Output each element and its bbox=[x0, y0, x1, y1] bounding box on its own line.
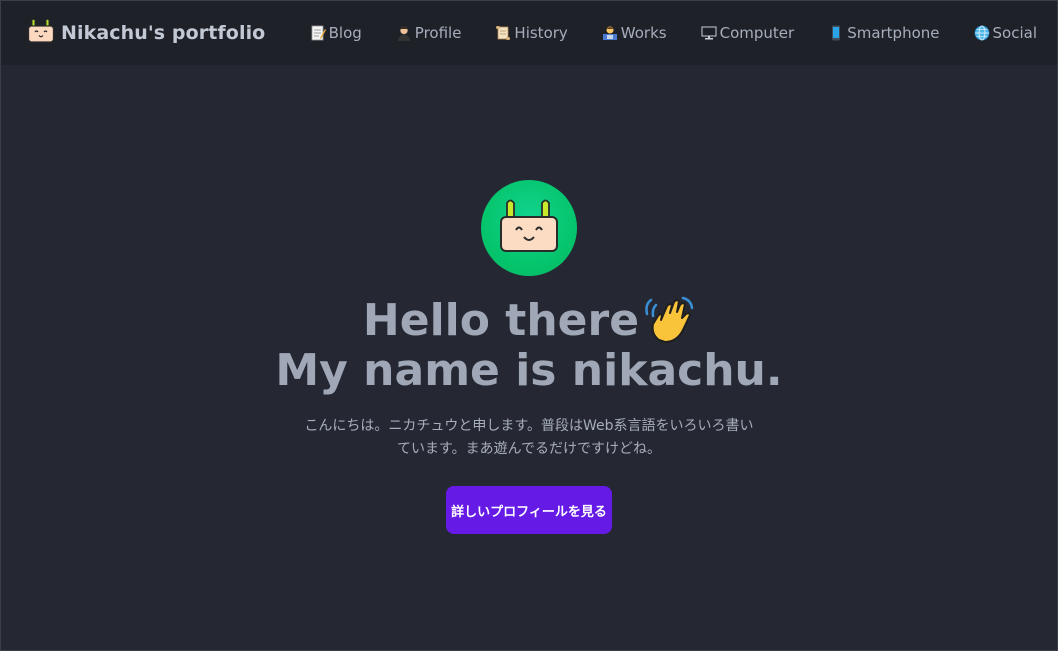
waving-hand-icon bbox=[643, 294, 695, 346]
scroll-icon bbox=[495, 25, 511, 41]
nav-item-label: Works bbox=[620, 24, 667, 42]
nav-item-works[interactable]: Works bbox=[602, 24, 667, 42]
memo-icon bbox=[310, 25, 326, 41]
nav-item-label: Computer bbox=[719, 24, 795, 42]
nav-item-label: Smartphone bbox=[847, 24, 940, 42]
nav-menu: Blog Profile History Works Computer Smar… bbox=[310, 1, 1037, 65]
intro-text: こんにちは。ニカチュウと申します。普段はWeb系言語をいろいろ書いています。まあ… bbox=[304, 418, 754, 457]
navbar: Nikachu's portfolio Blog Profile History… bbox=[1, 1, 1057, 65]
desktop-computer-icon bbox=[701, 25, 717, 41]
profile-icon bbox=[396, 25, 412, 41]
avatar bbox=[481, 180, 577, 276]
brand-title: Nikachu's portfolio bbox=[61, 22, 266, 44]
view-profile-button[interactable]: 詳しいプロフィールを見る bbox=[446, 486, 612, 534]
nav-item-label: Social bbox=[992, 24, 1037, 42]
nav-item-computer[interactable]: Computer bbox=[701, 24, 795, 42]
nav-item-label: Profile bbox=[414, 24, 462, 42]
hero-headline: Hello there My name is nikachu. bbox=[275, 294, 783, 396]
mascot-icon bbox=[498, 197, 560, 259]
nav-item-blog[interactable]: Blog bbox=[310, 24, 362, 42]
technologist-icon bbox=[602, 25, 618, 41]
nav-item-history[interactable]: History bbox=[495, 24, 568, 42]
headline-line-1: Hello there bbox=[275, 294, 782, 346]
headline-greeting: Hello there bbox=[362, 294, 640, 346]
nav-item-smartphone[interactable]: Smartphone bbox=[828, 24, 940, 42]
brand-link[interactable]: Nikachu's portfolio bbox=[27, 18, 265, 48]
nav-item-label: History bbox=[514, 24, 568, 42]
nav-item-profile[interactable]: Profile bbox=[396, 24, 462, 42]
mascot-icon bbox=[27, 18, 55, 48]
hero-section: Hello there My name is nikachu. こんにちは。ニカ… bbox=[0, 180, 1058, 534]
globe-icon bbox=[974, 25, 990, 41]
headline-line-2: My name is nikachu. bbox=[275, 345, 783, 396]
nav-item-label: Blog bbox=[328, 24, 362, 42]
nav-item-social[interactable]: Social bbox=[974, 24, 1037, 42]
mobile-phone-icon bbox=[828, 25, 844, 41]
